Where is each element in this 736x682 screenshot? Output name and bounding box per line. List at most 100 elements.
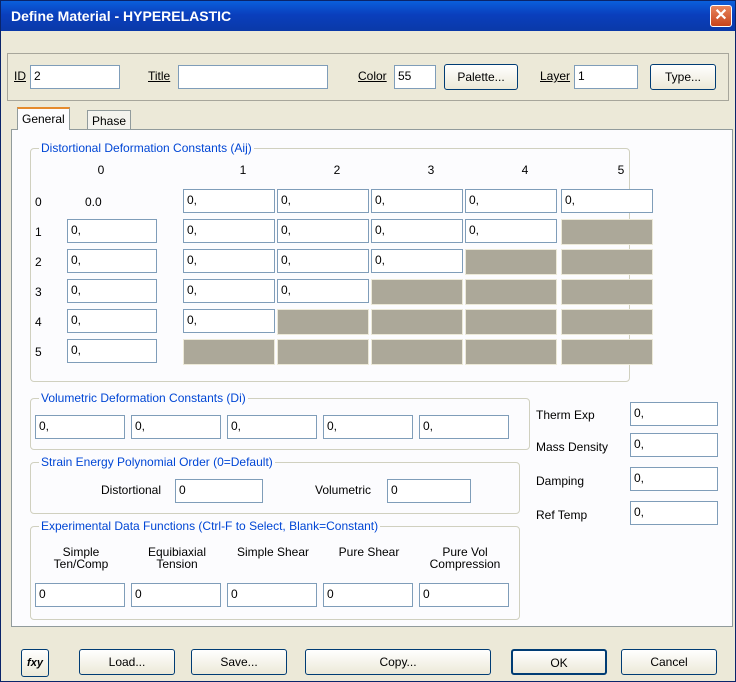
experimental-header: Simple Ten/Comp xyxy=(35,545,127,571)
id-label: ID xyxy=(14,69,26,83)
title-label: Title xyxy=(148,69,170,83)
di-field[interactable]: 0, xyxy=(419,415,509,439)
aij-cell-disabled xyxy=(371,309,463,335)
aij-cell-disabled xyxy=(277,339,369,365)
layer-label-text: Layer xyxy=(540,69,571,83)
aij-cell-disabled xyxy=(561,309,653,335)
experimental-group-title: Experimental Data Functions (Ctrl-F to S… xyxy=(39,519,381,533)
therm-exp-field[interactable]: 0, xyxy=(630,402,718,426)
aij-cell[interactable]: 0, xyxy=(67,249,157,273)
row-header: 0 xyxy=(35,195,42,209)
save-button[interactable]: Save... xyxy=(191,649,287,675)
distortional-order-label: Distortional xyxy=(101,483,162,497)
aij-cell-disabled xyxy=(561,249,653,275)
color-field[interactable]: 55 xyxy=(394,65,436,89)
ref-temp-field[interactable]: 0, xyxy=(630,501,718,525)
aij-cell-disabled xyxy=(465,339,557,365)
strain-energy-group: Strain Energy Polynomial Order (0=Defaul… xyxy=(30,455,520,514)
aij-cell-disabled xyxy=(561,339,653,365)
experimental-field[interactable]: 0 xyxy=(227,583,317,607)
aij-cell[interactable]: 0, xyxy=(561,189,653,213)
row-header: 3 xyxy=(35,285,42,299)
aij-cell[interactable]: 0, xyxy=(67,219,157,243)
aij-cell-disabled xyxy=(371,339,463,365)
cancel-button[interactable]: Cancel xyxy=(621,649,717,675)
experimental-header-line2: Tension xyxy=(156,557,198,571)
volumetric-group: Volumetric Deformation Constants (Di) 0,… xyxy=(30,391,530,450)
experimental-header-line1: Simple Shear xyxy=(236,545,310,559)
aij-cell[interactable]: 0, xyxy=(277,279,369,303)
close-icon[interactable]: ✕ xyxy=(710,5,732,27)
title-bar: Define Material - HYPERELASTIC ✕ xyxy=(1,1,735,31)
load-button[interactable]: Load... xyxy=(79,649,175,675)
title-field[interactable] xyxy=(178,65,328,89)
aij-cell-disabled xyxy=(561,279,653,305)
aij-cell[interactable]: 0, xyxy=(465,189,557,213)
aij-cell[interactable]: 0, xyxy=(277,219,369,243)
general-tab-panel: Distortional Deformation Constants (Aij)… xyxy=(11,129,733,627)
aij-cell[interactable]: 0, xyxy=(183,249,275,273)
experimental-field[interactable]: 0 xyxy=(35,583,125,607)
row-header: 1 xyxy=(35,225,42,239)
aij-cell[interactable]: 0, xyxy=(183,219,275,243)
experimental-header-line2: Ten/Comp xyxy=(53,557,109,571)
di-field[interactable]: 0, xyxy=(131,415,221,439)
aij-cell[interactable]: 0, xyxy=(277,249,369,273)
tab-general[interactable]: General xyxy=(17,107,70,130)
aij-cell-disabled xyxy=(371,279,463,305)
define-material-dialog: Define Material - HYPERELASTIC ✕ ID 2 Ti… xyxy=(0,0,736,682)
distortional-group-title: Distortional Deformation Constants (Aij) xyxy=(39,141,254,155)
ref-temp-label: Ref Temp xyxy=(536,508,588,522)
type-button[interactable]: Type... xyxy=(650,64,716,90)
experimental-header-line1: Pure Shear xyxy=(338,545,400,559)
aij-cell[interactable]: 0, xyxy=(371,219,463,243)
di-field[interactable]: 0, xyxy=(35,415,125,439)
ok-button[interactable]: OK xyxy=(511,649,607,675)
col-header: 4 xyxy=(521,163,529,177)
aij-cell-disabled xyxy=(277,309,369,335)
aij-cell[interactable]: 0, xyxy=(67,339,157,363)
mass-density-field[interactable]: 0, xyxy=(630,433,718,457)
experimental-header: Pure Shear xyxy=(323,545,415,559)
di-field[interactable]: 0, xyxy=(227,415,317,439)
aij-cell[interactable]: 0, xyxy=(277,189,369,213)
row-header: 4 xyxy=(35,315,42,329)
copy-button[interactable]: Copy... xyxy=(305,649,491,675)
strain-energy-group-title: Strain Energy Polynomial Order (0=Defaul… xyxy=(39,455,275,469)
distortional-order-field[interactable]: 0 xyxy=(175,479,263,503)
row-header: 2 xyxy=(35,255,42,269)
aij-cell[interactable]: 0, xyxy=(465,219,557,243)
damping-label: Damping xyxy=(536,474,585,488)
col-header: 5 xyxy=(617,163,625,177)
col-header: 0 xyxy=(97,163,105,177)
distortional-group: Distortional Deformation Constants (Aij)… xyxy=(30,141,653,382)
aij-cell-disabled xyxy=(183,339,275,365)
fxy-function-icon[interactable]: fxy xyxy=(21,649,49,677)
di-field[interactable]: 0, xyxy=(323,415,413,439)
palette-button[interactable]: Palette... xyxy=(444,64,518,90)
aij-cell[interactable]: 0, xyxy=(183,189,275,213)
volumetric-order-field[interactable]: 0 xyxy=(387,479,471,503)
experimental-field[interactable]: 0 xyxy=(419,583,509,607)
volumetric-order-label: Volumetric xyxy=(315,483,372,497)
layer-field[interactable]: 1 xyxy=(574,65,638,89)
col-header: 3 xyxy=(427,163,435,177)
title-label-text: Title xyxy=(148,69,171,83)
aij-cell[interactable]: 0, xyxy=(183,309,275,333)
experimental-group: Experimental Data Functions (Ctrl-F to S… xyxy=(30,519,520,620)
material-header-bar: ID 2 Title Color 55 Palette... Layer 1 T… xyxy=(7,53,729,101)
aij-cell[interactable]: 0, xyxy=(183,279,275,303)
experimental-field[interactable]: 0 xyxy=(323,583,413,607)
experimental-field[interactable]: 0 xyxy=(131,583,221,607)
col-header: 1 xyxy=(239,163,247,177)
aij-cell[interactable]: 0, xyxy=(67,279,157,303)
aij-cell-disabled xyxy=(465,309,557,335)
id-field[interactable]: 2 xyxy=(30,65,120,89)
aij-cell[interactable]: 0, xyxy=(67,309,157,333)
mass-density-label: Mass Density xyxy=(536,440,609,454)
aij-cell[interactable]: 0, xyxy=(371,189,463,213)
damping-field[interactable]: 0, xyxy=(630,467,718,491)
dialog-title: Define Material - HYPERELASTIC xyxy=(11,8,232,24)
aij-cell[interactable]: 0, xyxy=(371,249,463,273)
aij-cell-disabled xyxy=(465,249,557,275)
